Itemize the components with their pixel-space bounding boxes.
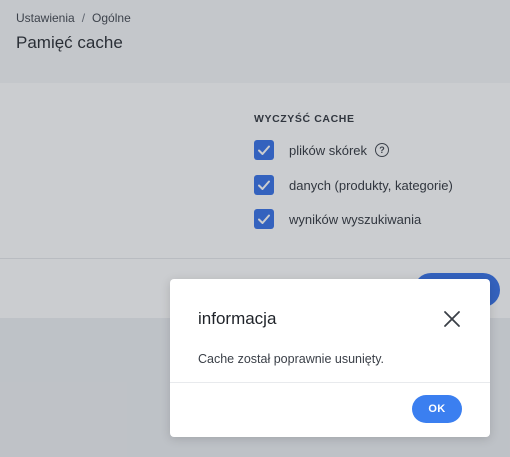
dialog-message: Cache został poprawnie usunięty.: [198, 352, 384, 366]
info-dialog: informacja Cache został poprawnie usunię…: [170, 279, 490, 437]
close-icon: [444, 311, 460, 327]
dialog-divider: [170, 382, 490, 383]
close-button[interactable]: [440, 307, 464, 331]
ok-button[interactable]: OK: [412, 395, 462, 423]
dialog-title: informacja: [198, 309, 277, 328]
